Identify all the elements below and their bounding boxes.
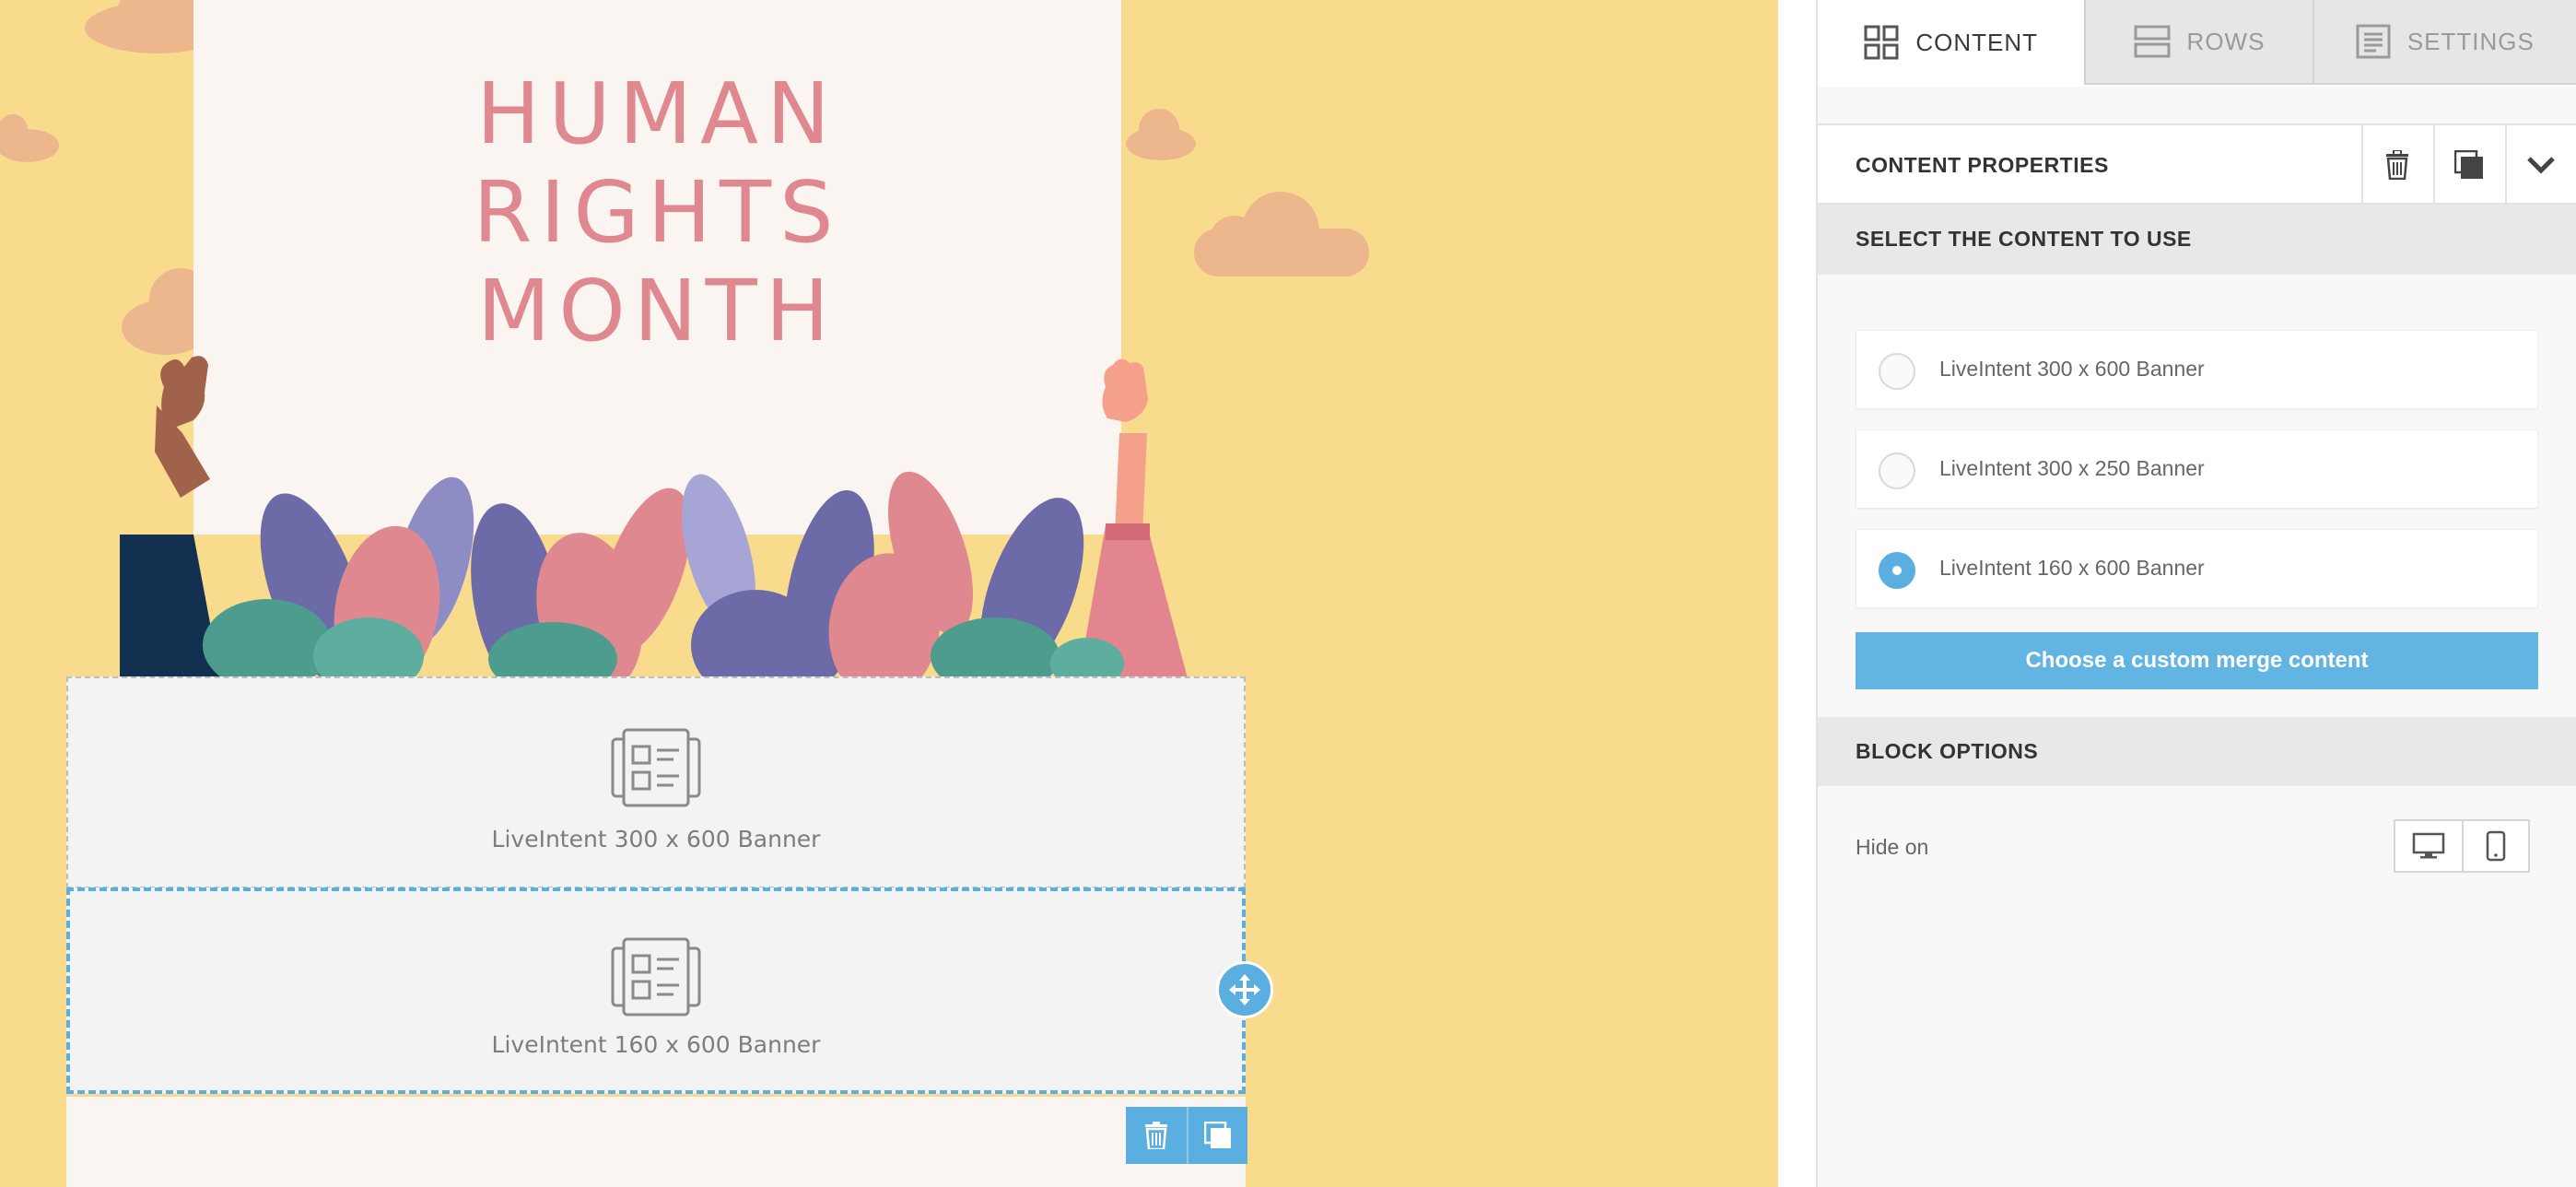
duplicate-block-button[interactable]	[1187, 1107, 1247, 1164]
select-content-section-header: SELECT THE CONTENT TO USE	[1818, 205, 2576, 275]
content-block-label: LiveIntent 300 x 600 Banner	[491, 826, 821, 852]
desktop-icon	[2412, 832, 2445, 859]
radio-button-checked[interactable]	[1879, 552, 1915, 589]
grid-icon	[1864, 25, 1899, 60]
canvas-gutter	[1778, 0, 1816, 1187]
crowd-illustration	[120, 356, 1188, 682]
delete-block-button[interactable]	[1126, 1107, 1187, 1164]
rows-icon	[2134, 25, 2171, 58]
tab-content[interactable]: CONTENT	[1818, 0, 2085, 85]
option-label: LiveIntent 300 x 250 Banner	[1939, 456, 2205, 480]
content-properties-header: CONTENT PROPERTIES	[1818, 123, 2576, 205]
section-title: BLOCK OPTIONS	[1856, 739, 2039, 763]
tab-rows[interactable]: ROWS	[2084, 0, 2313, 85]
block-options-section-header: BLOCK OPTIONS	[1818, 717, 2576, 786]
properties-sidebar: CONTENT ROWS SETTINGS CONTENT PROPERTIES…	[1816, 0, 2576, 1187]
collapse-button[interactable]	[2505, 125, 2575, 205]
content-block-selected[interactable]: LiveIntent 160 x 600 Banner	[66, 887, 1246, 1094]
tab-label: ROWS	[2186, 27, 2266, 55]
content-block[interactable]: LiveIntent 300 x 600 Banner	[66, 676, 1246, 888]
move-arrows-icon	[1229, 974, 1260, 1005]
content-properties-title: CONTENT PROPERTIES	[1856, 153, 2109, 177]
hide-on-mobile-button[interactable]	[2462, 821, 2528, 871]
tab-label: SETTINGS	[2406, 27, 2535, 55]
option-label: LiveIntent 300 x 600 Banner	[1939, 357, 2205, 381]
content-block-icon	[611, 728, 701, 807]
plants	[203, 471, 1124, 682]
content-block-label: LiveIntent 160 x 600 Banner	[491, 1031, 821, 1058]
trash-icon	[2386, 150, 2408, 180]
move-handle[interactable]	[1216, 961, 1273, 1018]
duplicate-content-button[interactable]	[2433, 125, 2503, 205]
radio-button[interactable]	[1879, 452, 1915, 489]
content-option-selected[interactable]: LiveIntent 160 x 600 Banner	[1856, 529, 2538, 608]
trash-icon	[1145, 1122, 1167, 1149]
hide-on-label: Hide on	[1856, 835, 1929, 859]
settings-doc-icon	[2356, 24, 2391, 59]
empty-row	[66, 1097, 1246, 1187]
sidebar-tabs: CONTENT ROWS SETTINGS	[1818, 0, 2576, 87]
tab-settings[interactable]: SETTINGS	[2312, 0, 2576, 85]
right-arm	[1078, 358, 1188, 682]
mobile-icon	[2486, 830, 2506, 862]
custom-merge-content-button[interactable]: Choose a custom merge content	[1856, 632, 2538, 689]
content-option[interactable]: LiveIntent 300 x 250 Banner	[1856, 429, 2538, 509]
duplicate-icon	[1204, 1122, 1231, 1148]
content-option[interactable]: LiveIntent 300 x 600 Banner	[1856, 330, 2538, 409]
delete-content-button[interactable]	[2361, 125, 2431, 205]
block-toolbar	[1126, 1107, 1247, 1164]
chevron-down-icon	[2527, 157, 2555, 174]
hide-on-toggle-group	[2394, 819, 2530, 873]
tab-label: CONTENT	[1915, 28, 2038, 56]
email-canvas: HUMAN RIGHTS MONTH LiveIntent 300 x 600 …	[0, 0, 1778, 1187]
radio-button[interactable]	[1879, 353, 1915, 390]
hide-on-desktop-button[interactable]	[2395, 821, 2462, 871]
content-block-icon	[611, 937, 701, 1017]
duplicate-icon	[2454, 150, 2483, 179]
option-label: LiveIntent 160 x 600 Banner	[1939, 556, 2205, 580]
section-title: SELECT THE CONTENT TO USE	[1856, 227, 2192, 251]
